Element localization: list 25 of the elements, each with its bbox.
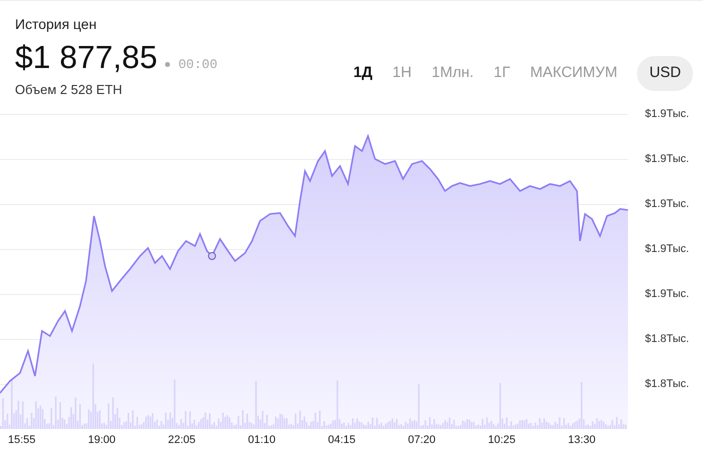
x-axis-label: 07:20 [408, 433, 436, 448]
currency-button[interactable]: USD [637, 56, 693, 90]
x-axis-label: 01:10 [248, 433, 276, 448]
range-tab[interactable]: 1Млн. [432, 62, 474, 84]
y-axis-label: $1.9Тыс. [645, 107, 690, 122]
volume-text: Объем 2 528 ETH [15, 81, 122, 99]
range-tab[interactable]: МАКСИМУМ [530, 62, 618, 84]
y-axis-label: $1.9Тыс. [645, 197, 690, 212]
x-axis-label: 15:55 [8, 433, 36, 448]
x-axis-label: 04:15 [328, 433, 356, 448]
y-axis-label: $1.9Тыс. [645, 152, 690, 167]
range-tab[interactable]: 1Г [494, 62, 510, 84]
range-tab[interactable]: 1Н [392, 62, 412, 84]
price-time: 00:00 [178, 56, 218, 74]
x-axis-label: 10:25 [488, 433, 516, 448]
x-axis-label: 19:00 [88, 433, 116, 448]
section-title: История цен [15, 15, 97, 34]
x-axis-label: 22:05 [168, 433, 196, 448]
y-axis-label: $1.9Тыс. [645, 242, 690, 257]
y-axis-label: $1.9Тыс. [645, 287, 690, 302]
price-value: $1 877,85 [15, 41, 158, 73]
range-tab[interactable]: 1Д [353, 62, 372, 84]
y-axis-label: $1.8Тыс. [645, 332, 690, 347]
x-axis-label: 13:30 [568, 433, 596, 448]
y-axis-label: $1.8Тыс. [645, 377, 690, 392]
